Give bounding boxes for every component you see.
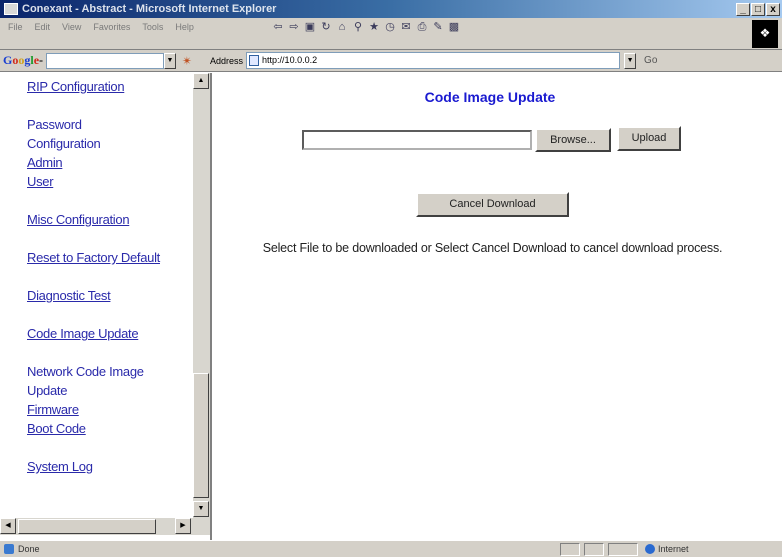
scroll-left-icon[interactable]: ◀: [0, 518, 16, 534]
close-button[interactable]: x: [766, 2, 780, 16]
status-panel: [560, 543, 580, 556]
refresh-icon[interactable]: ↻: [320, 21, 332, 33]
menu-bar: File Edit View Favorites Tools Help: [8, 22, 194, 32]
go-button[interactable]: Go: [644, 55, 657, 66]
vertical-scrollbar[interactable]: ▲ ▼: [193, 73, 210, 518]
horizontal-scrollbar[interactable]: ◀ ▶: [0, 518, 210, 535]
address-url: http://10.0.0.2: [262, 55, 318, 65]
stop-icon[interactable]: ▣: [304, 21, 316, 33]
address-input[interactable]: http://10.0.0.2: [246, 52, 621, 69]
back-icon[interactable]: ⇦: [272, 21, 284, 33]
page-icon: [249, 55, 260, 66]
sidebar-nav: RIP Configuration Password Configuration…: [27, 77, 192, 476]
window-controls: _ □ x: [736, 2, 780, 16]
ie-app-icon: [4, 3, 18, 15]
content-frame: Code Image Update Browse... Upload Cance…: [214, 73, 782, 543]
status-panel: [584, 543, 604, 556]
sidebar-heading-update: Update: [27, 383, 68, 398]
sidebar-heading-configuration: Configuration: [27, 136, 101, 151]
scroll-thumb[interactable]: [193, 373, 209, 498]
window-title: Conexant - Abstract - Microsoft Internet…: [22, 3, 277, 15]
menu-view[interactable]: View: [62, 22, 81, 32]
browser-toolbar: File Edit View Favorites Tools Help ⇦ ⇨ …: [0, 18, 782, 50]
horizontal-scroll-thumb[interactable]: [18, 519, 156, 534]
forward-icon[interactable]: ⇨: [288, 21, 300, 33]
sidebar-item-diagnostic-test[interactable]: Diagnostic Test: [27, 286, 192, 305]
sidebar-item-misc-configuration[interactable]: Misc Configuration: [27, 210, 192, 229]
maximize-button[interactable]: □: [751, 2, 765, 16]
mail-icon[interactable]: ✉: [400, 21, 412, 33]
address-bar-row: Google- ▼ ✴ Address http://10.0.0.2 ▼ Go: [0, 50, 782, 72]
minimize-button[interactable]: _: [736, 2, 750, 16]
browse-button[interactable]: Browse...: [535, 128, 611, 152]
sidebar-item-user[interactable]: User: [27, 172, 192, 191]
instruction-text: Select File to be downloaded or Select C…: [262, 241, 723, 255]
menu-help[interactable]: Help: [175, 22, 194, 32]
sidebar-item-boot-code[interactable]: Boot Code: [27, 419, 192, 438]
google-logo: Google-: [3, 53, 44, 67]
edit-icon[interactable]: ✎: [432, 21, 444, 33]
window-title-bar: Conexant - Abstract - Microsoft Internet…: [0, 0, 782, 18]
security-zone: Internet: [645, 544, 689, 554]
cancel-download-button[interactable]: Cancel Download: [416, 192, 569, 217]
menu-favorites[interactable]: Favorites: [93, 22, 130, 32]
scroll-up-icon[interactable]: ▲: [193, 73, 209, 89]
status-text: Done: [18, 544, 40, 554]
sidebar-item-firmware[interactable]: Firmware: [27, 400, 192, 419]
google-search-icon[interactable]: ✴: [182, 54, 196, 68]
google-dropdown-icon[interactable]: ▼: [164, 52, 177, 69]
search-icon[interactable]: ⚲: [352, 21, 364, 33]
status-panel: [608, 543, 638, 556]
print-icon[interactable]: ⎙: [416, 21, 428, 33]
favorites-icon[interactable]: ★: [368, 21, 380, 33]
menu-file[interactable]: File: [8, 22, 23, 32]
history-icon[interactable]: ◷: [384, 21, 396, 33]
sidebar-item-code-image-update[interactable]: Code Image Update: [27, 324, 192, 343]
sidebar-heading-network-code-image: Network Code Image: [27, 364, 144, 379]
sidebar-item-admin[interactable]: Admin: [27, 153, 192, 172]
sidebar-item-rip-configuration[interactable]: RIP Configuration: [27, 77, 192, 96]
google-search-input[interactable]: [46, 52, 165, 69]
upload-button[interactable]: Upload: [617, 126, 681, 151]
sidebar-heading-password: Password: [27, 117, 82, 132]
menu-edit[interactable]: Edit: [35, 22, 51, 32]
zone-label: Internet: [658, 544, 689, 554]
page-title: Code Image Update: [424, 89, 556, 105]
toolbar-icons: ⇦ ⇨ ▣ ↻ ⌂ ⚲ ★ ◷ ✉ ⎙ ✎ ▩: [272, 21, 460, 33]
navigation-frame: RIP Configuration Password Configuration…: [0, 73, 212, 543]
scroll-down-icon[interactable]: ▼: [193, 501, 209, 517]
globe-icon: [645, 544, 655, 554]
discuss-icon[interactable]: ▩: [448, 21, 460, 33]
page-status-icon: [4, 544, 14, 554]
address-dropdown-icon[interactable]: ▼: [624, 52, 637, 69]
home-icon[interactable]: ⌂: [336, 21, 348, 33]
address-label: Address: [210, 55, 244, 66]
menu-tools[interactable]: Tools: [142, 22, 163, 32]
status-bar: Done Internet: [0, 540, 782, 557]
scroll-right-icon[interactable]: ▶: [175, 518, 191, 534]
file-path-input[interactable]: [302, 130, 532, 150]
sidebar-item-reset-to-factory-default[interactable]: Reset to Factory Default: [27, 248, 192, 267]
sidebar-item-system-log[interactable]: System Log: [27, 457, 192, 476]
windows-logo-icon: ❖: [752, 20, 778, 48]
